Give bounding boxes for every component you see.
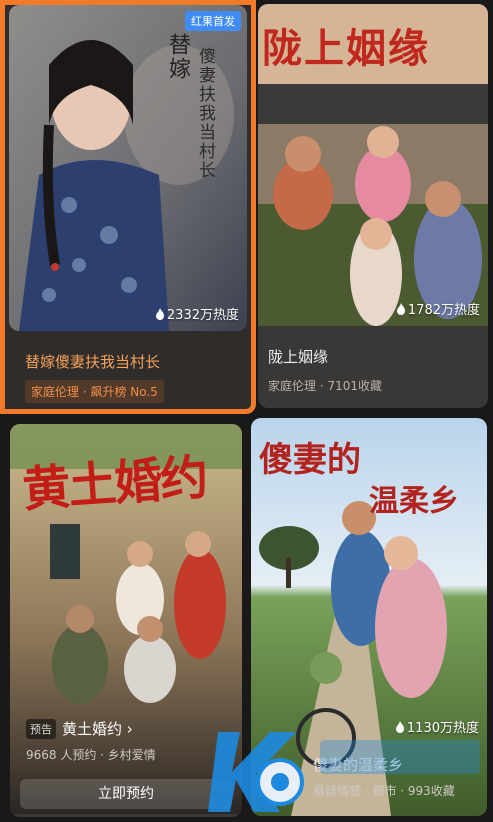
heat-count-1: 2332万热度: [155, 304, 239, 323]
poster-title-4b: 温柔乡: [369, 484, 459, 519]
poster-title-1: 替嫁: [165, 33, 190, 81]
heat-count-2: 1782万热度: [396, 299, 480, 318]
drama-card-2[interactable]: 陇上姻缘 1782万热度 陇上姻缘 家庭伦理 · 7101收藏: [258, 4, 488, 408]
watermark-logo: [208, 732, 480, 812]
flame-icon: [155, 307, 164, 320]
drama-meta-3: 9668 人预约 · 乡村爱情: [26, 748, 156, 762]
drama-title-2[interactable]: 陇上姻缘: [268, 346, 328, 367]
drama-title-3[interactable]: 黄土婚约 ›: [62, 718, 133, 739]
drama-meta-1: 家庭伦理 · 飙升榜 No.5: [25, 380, 164, 403]
drama-poster-2[interactable]: 陇上姻缘 1782万热度: [258, 4, 488, 326]
premiere-badge: 红果首发: [185, 11, 241, 31]
drama-title-1[interactable]: 替嫁傻妻扶我当村长: [25, 351, 160, 372]
drama-poster-1[interactable]: 红果首发 替嫁 傻妻扶我当村长 2332万热度: [9, 5, 247, 331]
preview-label-row[interactable]: 预告 黄土婚约 ›: [26, 718, 133, 739]
drama-meta-2: 家庭伦理 · 7101收藏: [268, 379, 382, 393]
poster-subtitle-1: 傻妻扶我当村长: [195, 47, 215, 180]
poster-title-3: 黄土婚约: [20, 449, 209, 519]
poster-title-4a: 傻妻的: [259, 440, 361, 480]
drama-card-1[interactable]: 红果首发 替嫁 傻妻扶我当村长 2332万热度 替嫁傻妻扶我当村长 家庭伦理 ·…: [0, 0, 256, 414]
poster-title-2: 陇上姻缘: [262, 25, 430, 72]
flame-icon: [396, 302, 405, 315]
preview-tag: 预告: [26, 718, 56, 739]
